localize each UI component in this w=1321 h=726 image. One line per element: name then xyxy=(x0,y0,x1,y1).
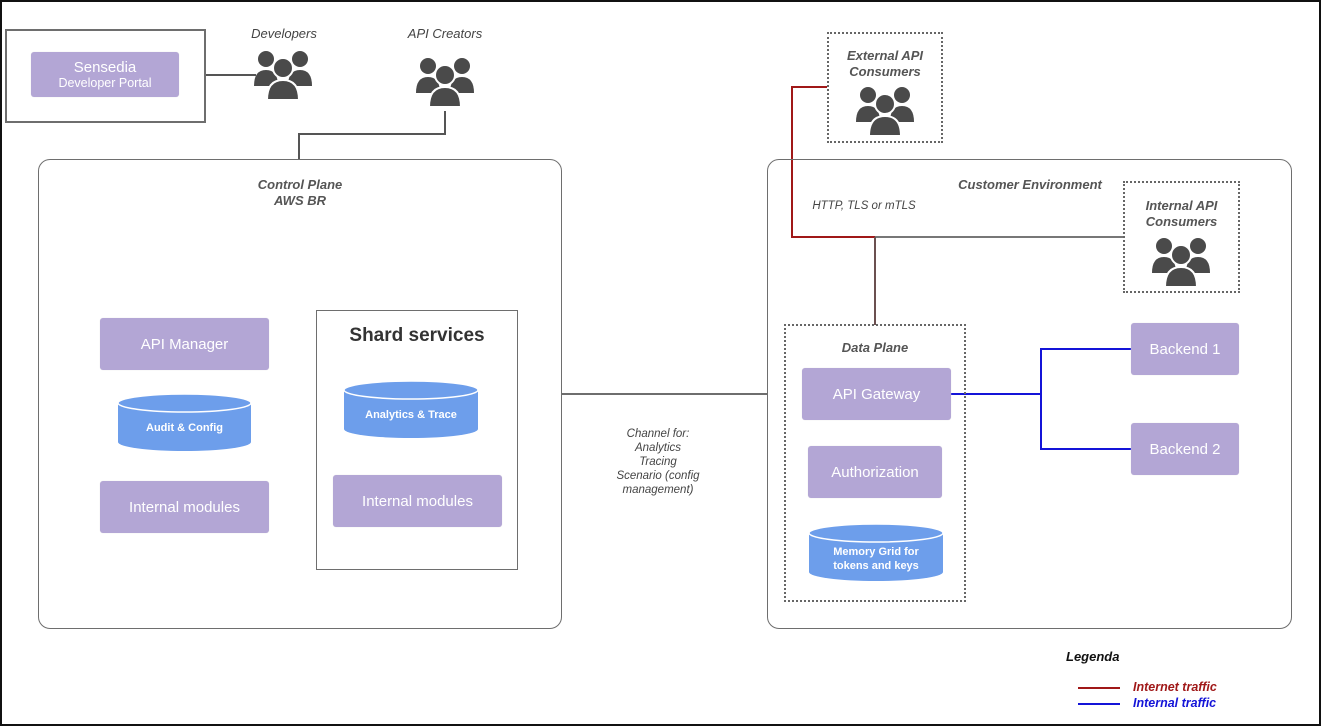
shard-services-title: Shard services xyxy=(349,325,485,346)
authorization-node[interactable]: Authorization xyxy=(808,446,942,498)
shard-services-container xyxy=(316,310,518,570)
data-plane-title: Data Plane xyxy=(841,340,909,355)
channel-line-5: management) xyxy=(622,484,694,496)
control-plane-title: Control Plane AWS BR xyxy=(200,177,400,209)
developers-label: Developers xyxy=(251,26,317,41)
legend-internet-label: Internet traffic xyxy=(1133,680,1217,694)
customer-environment-title: Customer Environment xyxy=(958,177,1102,192)
memory-grid-label-line1: Memory Grid for xyxy=(833,546,919,558)
portal-title: Sensedia xyxy=(73,58,137,76)
portal-subtitle: Developer Portal xyxy=(58,75,152,90)
analytics-trace-label: Analytics & Trace xyxy=(365,409,457,421)
api-manager-node[interactable]: API Manager xyxy=(100,318,269,370)
legend: Internet traffic Internal traffic xyxy=(1078,680,1278,714)
channel-line-1: Channel for: xyxy=(626,428,690,440)
legend-internet-swatch xyxy=(1078,687,1120,689)
external-consumers-label: External API Consumers xyxy=(846,48,924,79)
developer-portal-node[interactable]: Sensedia Developer Portal xyxy=(31,52,179,97)
shard-internal-modules-node[interactable]: Internal modules xyxy=(333,475,502,527)
developers-users-group-icon xyxy=(254,51,312,101)
control-plane-internal-modules-node[interactable]: Internal modules xyxy=(100,481,269,533)
channel-line-4: Scenario (config xyxy=(616,470,700,482)
backend-1-node[interactable]: Backend 1 xyxy=(1131,323,1239,375)
control-plane-title-line1: Control Plane xyxy=(257,177,343,192)
analytics-trace-database[interactable]: Analytics & Trace xyxy=(344,381,478,439)
audit-config-label: Audit & Config xyxy=(146,422,223,434)
memory-grid-label-line2: tokens and keys xyxy=(833,560,919,572)
control-plane-title-line2: AWS BR xyxy=(274,193,326,208)
channel-line-2: Analytics xyxy=(634,442,682,454)
api-creators-label: API Creators xyxy=(407,26,483,41)
internal-consumers-label: Internal API Consumers xyxy=(1145,198,1218,229)
legend-internal-label: Internal traffic xyxy=(1133,696,1217,710)
external-consumers-users-group-icon xyxy=(856,87,914,137)
channel-label: Channel for: Analytics Tracing Scenario … xyxy=(598,427,718,497)
memory-grid-database[interactable]: Memory Grid for tokens and keys xyxy=(809,524,943,582)
channel-line-3: Tracing xyxy=(639,456,677,468)
api-creators-users-group-icon xyxy=(416,58,474,108)
api-gateway-node[interactable]: API Gateway xyxy=(802,368,951,420)
protocol-note: HTTP, TLS or mTLS xyxy=(812,200,916,212)
audit-config-database[interactable]: Audit & Config xyxy=(118,394,251,452)
backend-2-node[interactable]: Backend 2 xyxy=(1131,423,1239,475)
legend-title: Legenda xyxy=(1066,649,1120,664)
legend-internal-swatch xyxy=(1078,703,1120,705)
internal-consumers-users-group-icon xyxy=(1152,238,1210,288)
connector-api-creators-control-plane xyxy=(298,111,446,160)
